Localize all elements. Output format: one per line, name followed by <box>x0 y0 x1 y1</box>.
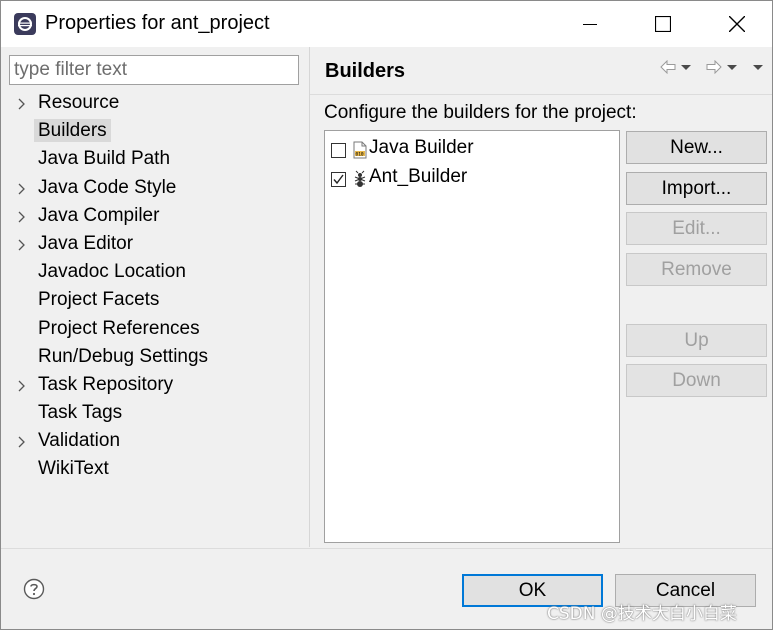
tree-item-java-build-path[interactable]: Java Build Path <box>9 145 305 173</box>
edit-button[interactable]: Edit... <box>626 212 767 245</box>
maximize-icon <box>655 16 671 32</box>
tree-item-resource[interactable]: Resource <box>9 89 305 117</box>
tree-item-label: Javadoc Location <box>38 261 186 283</box>
chevron-right-icon[interactable] <box>17 380 27 392</box>
java-builder-icon: 010 <box>353 141 367 159</box>
page-title: Builders <box>325 60 406 82</box>
tree-item-wikitext[interactable]: WikiText <box>9 455 305 483</box>
chevron-right-icon[interactable] <box>17 436 27 448</box>
builder-label: Ant_Builder <box>369 166 468 187</box>
page-navigation <box>660 57 764 77</box>
tree-item-label: WikiText <box>38 458 109 480</box>
chevron-right-icon[interactable] <box>17 183 27 195</box>
filter-input[interactable] <box>9 55 299 85</box>
back-arrow-icon[interactable] <box>660 60 676 74</box>
builder-checkbox-checked[interactable] <box>331 172 346 187</box>
page-header: Builders <box>310 47 772 95</box>
import-button[interactable]: Import... <box>626 172 767 205</box>
ant-builder-icon <box>354 170 366 187</box>
forward-dropdown-icon[interactable] <box>726 62 738 72</box>
tree-item-label: Java Build Path <box>38 148 171 170</box>
tree-item-label: Project Facets <box>38 289 160 311</box>
remove-button[interactable]: Remove <box>626 253 767 286</box>
tree-item-task-repository[interactable]: Task Repository <box>9 371 305 399</box>
view-menu-icon[interactable] <box>752 62 764 72</box>
tree-item-label: Java Editor <box>38 232 134 254</box>
watermark: CSDN @技术大白小白菜 <box>547 604 737 624</box>
chevron-right-icon[interactable] <box>17 98 27 110</box>
tree-item-label: Run/Debug Settings <box>38 345 209 367</box>
chevron-right-icon[interactable] <box>17 239 27 251</box>
tree-item-label: Java Code Style <box>38 176 177 198</box>
page-description: Configure the builders for the project: <box>324 102 637 123</box>
property-tree: Resource Builders Java Build Path Java C… <box>9 89 305 484</box>
new-button[interactable]: New... <box>626 131 767 164</box>
back-dropdown-icon[interactable] <box>680 62 692 72</box>
tree-item-task-tags[interactable]: Task Tags <box>9 399 305 427</box>
window-title: Properties for ant_project <box>45 12 270 34</box>
help-icon[interactable] <box>23 578 45 600</box>
tree-item-label: Task Repository <box>38 373 174 395</box>
builders-list[interactable]: 010 Java Builder Ant_Builder <box>324 130 620 543</box>
tree-item-label: Resource <box>38 92 120 113</box>
tree-item-label: Java Compiler <box>38 204 160 226</box>
down-button[interactable]: Down <box>626 364 767 397</box>
chevron-right-icon[interactable] <box>17 211 27 223</box>
close-icon <box>729 16 745 32</box>
tree-item-label: Project References <box>38 317 200 339</box>
up-button[interactable]: Up <box>626 324 767 357</box>
checkmark-icon <box>333 174 344 185</box>
minimize-icon <box>583 24 597 25</box>
tree-item-java-code-style[interactable]: Java Code Style <box>9 174 305 202</box>
close-button[interactable] <box>708 1 766 47</box>
minimize-button[interactable] <box>561 1 619 47</box>
forward-arrow-icon[interactable] <box>706 60 722 74</box>
tree-item-java-editor[interactable]: Java Editor <box>9 230 305 258</box>
tree-item-javadoc-location[interactable]: Javadoc Location <box>9 258 305 286</box>
tree-item-project-references[interactable]: Project References <box>9 315 305 343</box>
maximize-button[interactable] <box>634 1 692 47</box>
pane-sash[interactable] <box>309 47 310 547</box>
title-bar[interactable]: Properties for ant_project <box>1 1 772 47</box>
tree-item-builders[interactable]: Builders <box>9 117 305 145</box>
svg-text:010: 010 <box>356 152 364 158</box>
eclipse-app-icon <box>14 13 36 35</box>
tree-item-label: Validation <box>38 430 121 452</box>
properties-dialog: Properties for ant_project Resource Buil… <box>0 0 773 630</box>
tree-item-java-compiler[interactable]: Java Compiler <box>9 202 305 230</box>
builder-row-java-builder[interactable]: 010 Java Builder <box>325 135 619 164</box>
builder-checkbox[interactable] <box>331 143 346 158</box>
builder-row-ant-builder[interactable]: Ant_Builder <box>325 164 619 193</box>
tree-item-label: Task Tags <box>38 402 123 424</box>
tree-item-project-facets[interactable]: Project Facets <box>9 286 305 314</box>
tree-item-validation[interactable]: Validation <box>9 427 305 455</box>
tree-item-run-debug-settings[interactable]: Run/Debug Settings <box>9 343 305 371</box>
builder-label: Java Builder <box>369 137 474 158</box>
tree-item-label: Builders <box>34 119 111 143</box>
